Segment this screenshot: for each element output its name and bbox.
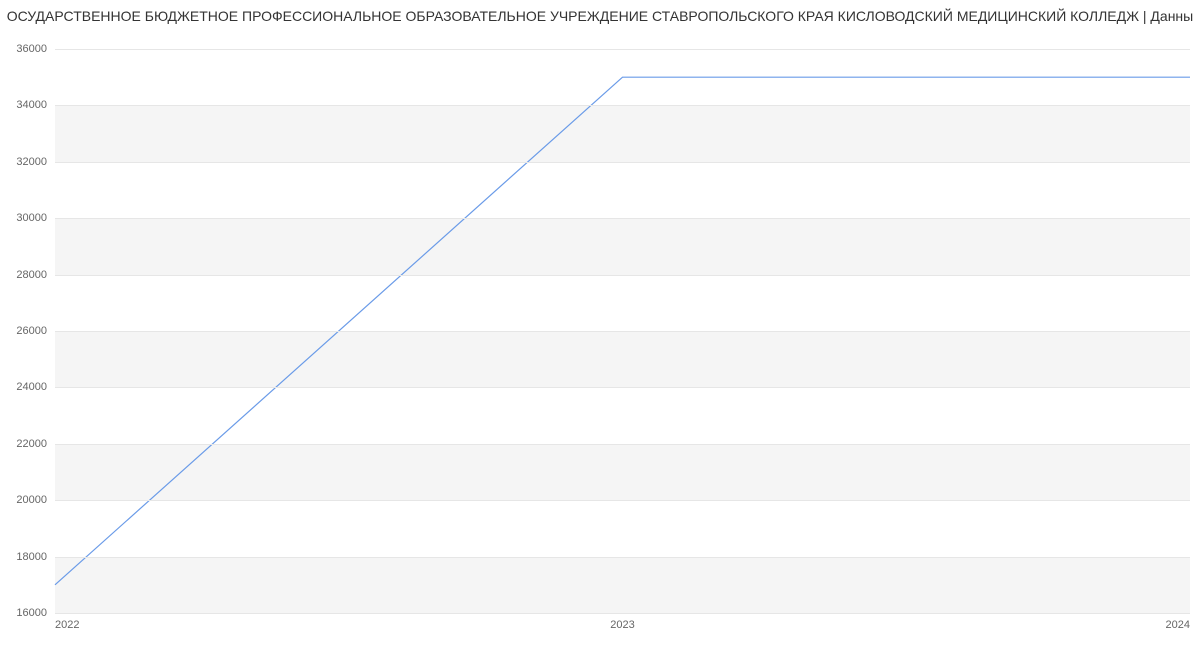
grid-line [55, 218, 1190, 219]
plot-area: 1600018000200002200024000260002800030000… [55, 49, 1190, 614]
y-tick-label: 30000 [16, 212, 55, 224]
grid-line [55, 444, 1190, 445]
grid-line [55, 387, 1190, 388]
chart-title: ОСУДАРСТВЕННОЕ БЮДЖЕТНОЕ ПРОФЕССИОНАЛЬНО… [0, 0, 1200, 24]
grid-line [55, 162, 1190, 163]
y-tick-label: 20000 [16, 494, 55, 506]
y-tick-label: 16000 [16, 607, 55, 619]
y-tick-label: 24000 [16, 381, 55, 393]
y-tick-label: 26000 [16, 325, 55, 337]
y-tick-label: 36000 [16, 43, 55, 55]
grid-line [55, 331, 1190, 332]
grid-line [55, 275, 1190, 276]
x-tick-label: 2022 [55, 613, 79, 631]
chart-wrapper: 16000 18000 20000 22000 24000 26000 28000 30000… [0, 24, 1200, 644]
y-tick-label: 32000 [16, 156, 55, 168]
grid-line [55, 105, 1190, 106]
y-tick-label: 18000 [16, 551, 55, 563]
y-tick-label: 34000 [16, 99, 55, 111]
grid-line [55, 500, 1190, 501]
x-tick-label: 2023 [610, 613, 634, 631]
y-tick-label: 22000 [16, 438, 55, 450]
y-tick-label: 28000 [16, 269, 55, 281]
grid-line [55, 49, 1190, 50]
x-tick-label: 2024 [1166, 613, 1190, 631]
grid-line [55, 557, 1190, 558]
